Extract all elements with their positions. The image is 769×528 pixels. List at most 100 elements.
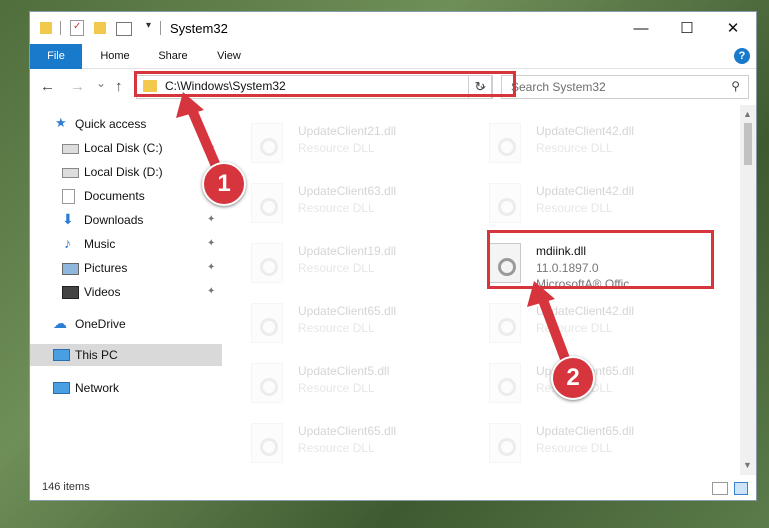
- file-list: UpdateClient21.dll Resource DLL UpdateCl…: [223, 105, 740, 473]
- forward-button[interactable]: →: [70, 78, 85, 95]
- list-item[interactable]: UpdateClient42.dll Resource DLL: [461, 117, 691, 169]
- file-name: UpdateClient42.dll: [536, 124, 635, 138]
- list-item[interactable]: UpdateClient65.dll Resource DLL: [223, 297, 453, 349]
- pin-icon[interactable]: ✦: [207, 214, 215, 225]
- status-bar: 146 items: [30, 475, 756, 500]
- sidebar-item-pictures[interactable]: Pictures ✦: [30, 257, 222, 279]
- sidebar-item-onedrive[interactable]: ☁ OneDrive: [30, 313, 222, 335]
- sidebar-item-local-disk-d[interactable]: Local Disk (D:) ✦: [30, 161, 222, 183]
- search-input[interactable]: Search System32 ⚲: [501, 75, 749, 99]
- sidebar-item-documents[interactable]: Documents ✦: [30, 185, 222, 207]
- dll-file-icon: [489, 183, 521, 223]
- item-count: 146 items: [42, 481, 90, 493]
- sidebar-item-downloads[interactable]: ⬇ Downloads ✦: [30, 209, 222, 231]
- file-type: Resource DLL: [298, 381, 375, 395]
- search-placeholder: Search System32: [511, 80, 606, 94]
- pin-icon[interactable]: ✦: [207, 286, 215, 297]
- tab-home[interactable]: Home: [92, 44, 138, 68]
- file-type: Resource DLL: [298, 261, 375, 275]
- list-item[interactable]: UpdateClient65.dll Resource DLL: [461, 417, 691, 469]
- sidebar-item-videos[interactable]: Videos ✦: [30, 281, 222, 303]
- drive-icon: [62, 168, 79, 178]
- sidebar-item-music[interactable]: ♪ Music ✦: [30, 233, 222, 255]
- dll-file-icon: [251, 303, 283, 343]
- list-item[interactable]: UpdateClient63.dll Resource DLL: [223, 177, 453, 229]
- list-item[interactable]: UpdateClient42.dll Resource DLL: [461, 297, 691, 349]
- file-type: Resource DLL: [298, 321, 375, 335]
- network-icon: [53, 382, 70, 394]
- file-name: UpdateClient63.dll: [298, 184, 397, 198]
- chevron-down-icon[interactable]: ▾: [146, 20, 151, 36]
- address-highlight-box: [134, 71, 516, 97]
- new-folder-icon[interactable]: [94, 22, 106, 34]
- up-button[interactable]: ↑: [115, 78, 123, 95]
- file-type: Resource DLL: [536, 141, 613, 155]
- sidebar-item-label: Documents: [84, 189, 145, 203]
- divider: [160, 21, 161, 35]
- ribbon: File Home Share View ?: [30, 44, 756, 96]
- minimize-button[interactable]: —: [618, 12, 664, 44]
- vertical-scrollbar[interactable]: ▲ ▼: [740, 105, 756, 475]
- details-view-icon[interactable]: [712, 482, 728, 495]
- file-name: UpdateClient42.dll: [536, 304, 635, 318]
- folder-icon: [40, 22, 52, 34]
- file-type: Resource DLL: [536, 201, 613, 215]
- file-name: UpdateClient21.dll: [298, 124, 397, 138]
- sidebar-item-local-disk-c[interactable]: Local Disk (C:) ✦: [30, 137, 222, 159]
- dll-file-icon: [489, 123, 521, 163]
- scroll-up-icon[interactable]: ▲: [743, 109, 752, 119]
- sidebar-item-label: Downloads: [84, 213, 144, 227]
- large-icons-view-icon[interactable]: [734, 482, 748, 495]
- explorer-window: ✓ ▾ System32 — ☐ ✕ File Home Share View …: [30, 12, 756, 500]
- properties-icon[interactable]: ✓: [70, 20, 84, 36]
- sidebar-item-label: This PC: [75, 348, 118, 362]
- file-highlight-box: [487, 230, 714, 289]
- sidebar-item-label: Local Disk (D:): [84, 165, 163, 179]
- sidebar-item-label: Music: [84, 237, 116, 251]
- divider: [60, 21, 61, 35]
- file-type: Resource DLL: [298, 201, 375, 215]
- customize-icon[interactable]: [116, 22, 132, 36]
- sidebar-item-label: Pictures: [84, 261, 128, 275]
- pin-icon[interactable]: ✦: [207, 238, 215, 249]
- back-button[interactable]: ←: [40, 78, 55, 95]
- sidebar-item-label: Quick access: [75, 117, 147, 131]
- recent-locations-button[interactable]: ⌄: [96, 76, 106, 90]
- file-name: UpdateClient19.dll: [298, 244, 397, 258]
- tab-view[interactable]: View: [206, 44, 252, 68]
- list-item[interactable]: UpdateClient42.dll Resource DLL: [461, 177, 691, 229]
- file-name: UpdateClient65.dll: [298, 304, 397, 318]
- list-item[interactable]: UpdateClient5.dll Resource DLL: [223, 357, 453, 409]
- pin-icon[interactable]: ✦: [207, 142, 215, 153]
- documents-icon: [62, 189, 75, 204]
- sidebar-item-this-pc[interactable]: This PC: [30, 344, 222, 366]
- scroll-thumb[interactable]: [744, 123, 752, 165]
- list-item[interactable]: UpdateClient65.dll Resource DLL: [223, 417, 453, 469]
- file-name: UpdateClient42.dll: [536, 184, 635, 198]
- close-button[interactable]: ✕: [710, 12, 756, 44]
- file-name: UpdateClient5.dll: [298, 364, 390, 378]
- search-icon[interactable]: ⚲: [731, 79, 740, 93]
- pin-icon[interactable]: ✦: [207, 262, 215, 273]
- pictures-icon: [62, 263, 79, 275]
- file-type: Resource DLL: [298, 441, 375, 455]
- dll-file-icon: [489, 303, 521, 343]
- sidebar-item-label: Videos: [84, 285, 121, 299]
- file-type: Resource DLL: [298, 141, 375, 155]
- file-type: Resource DLL: [536, 441, 613, 455]
- sidebar-item-quick-access[interactable]: ★ Quick access: [30, 113, 222, 135]
- step-1-badge: 1: [202, 162, 246, 206]
- scroll-down-icon[interactable]: ▼: [743, 460, 752, 470]
- dll-file-icon: [251, 123, 283, 163]
- title-bar: ✓ ▾ System32 — ☐ ✕: [30, 12, 756, 44]
- music-icon: ♪: [64, 235, 71, 251]
- maximize-button[interactable]: ☐: [664, 12, 710, 44]
- tab-share[interactable]: Share: [150, 44, 196, 68]
- help-icon[interactable]: ?: [734, 48, 750, 64]
- cloud-icon: ☁: [53, 315, 67, 331]
- list-item[interactable]: UpdateClient21.dll Resource DLL: [223, 117, 453, 169]
- sidebar-item-network[interactable]: Network: [30, 377, 222, 399]
- list-item[interactable]: UpdateClient19.dll Resource DLL: [223, 237, 453, 289]
- dll-file-icon: [251, 423, 283, 463]
- star-icon: ★: [55, 115, 67, 130]
